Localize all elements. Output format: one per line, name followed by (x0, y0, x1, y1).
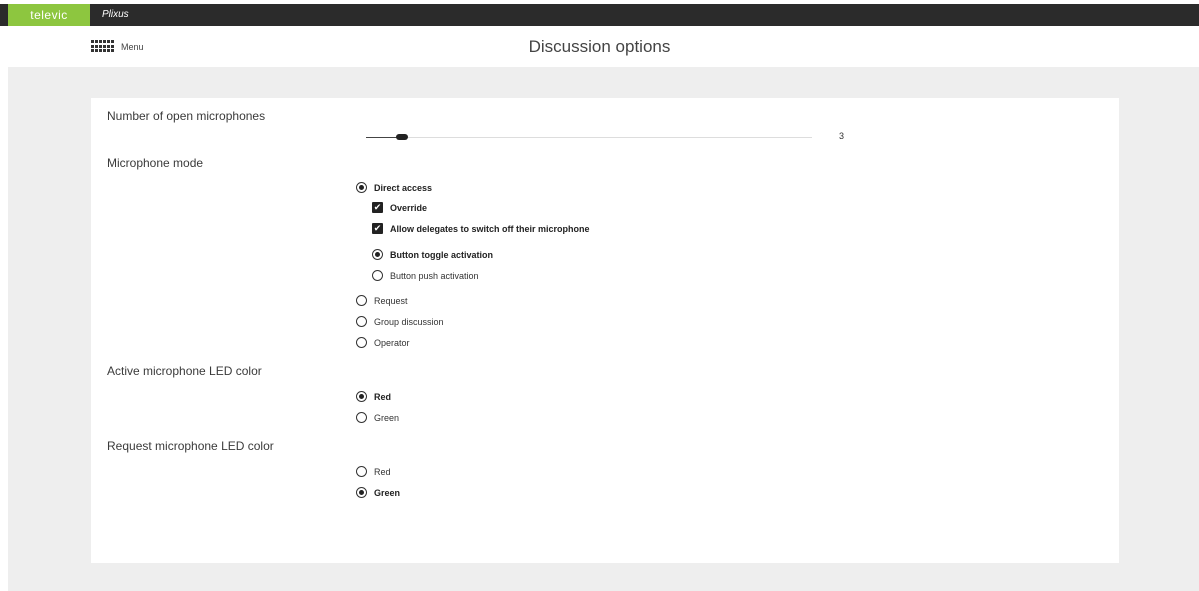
checkbox-label: Override (390, 202, 428, 213)
radio-label: Group discussion (374, 316, 444, 327)
radio-button-icon (356, 391, 367, 402)
radio-label: Red (374, 466, 391, 477)
radio-button-icon (356, 337, 367, 348)
radio-request-led-red[interactable]: Red (356, 466, 391, 477)
request-led-color-title: Request microphone LED color (107, 439, 274, 453)
settings-panel: Number of open microphones 3 Microphone … (91, 98, 1119, 563)
radio-direct-access[interactable]: Direct access (356, 182, 432, 193)
open-microphones-value: 3 (839, 131, 845, 141)
radio-button-icon (356, 466, 367, 477)
open-microphones-slider[interactable] (366, 134, 812, 140)
radio-button-icon (356, 487, 367, 498)
radio-button-icon (372, 249, 383, 260)
slider-thumb[interactable] (395, 134, 408, 140)
radio-button-icon (356, 295, 367, 306)
checkbox-override[interactable]: ✔ Override (372, 202, 427, 213)
page-title: Discussion options (528, 37, 671, 56)
radio-label: Direct access (374, 182, 433, 193)
radio-button-toggle-activation[interactable]: Button toggle activation (372, 249, 493, 260)
radio-label: Operator (374, 337, 410, 348)
top-bar: televic Plixus (0, 4, 1199, 26)
radio-label: Button toggle activation (390, 249, 493, 260)
radio-label: Request (374, 295, 408, 306)
radio-operator[interactable]: Operator (356, 337, 410, 348)
open-microphones-title: Number of open microphones (107, 109, 266, 123)
checkbox-checked-icon: ✔ (372, 202, 383, 213)
radio-label: Button push activation (390, 270, 479, 281)
radio-label: Red (374, 391, 392, 402)
radio-request[interactable]: Request (356, 295, 408, 306)
radio-active-led-green[interactable]: Green (356, 412, 399, 423)
active-led-color-title: Active microphone LED color (107, 364, 262, 378)
page-header: Menu Discussion options (0, 26, 1199, 67)
checkbox-checked-icon: ✔ (372, 223, 383, 234)
radio-label: Green (374, 412, 400, 423)
radio-button-icon (356, 412, 367, 423)
checkbox-label: Allow delegates to switch off their micr… (390, 223, 590, 234)
product-name: Plixus (102, 9, 129, 20)
radio-label: Green (374, 487, 401, 498)
radio-active-led-red[interactable]: Red (356, 391, 391, 402)
radio-group-discussion[interactable]: Group discussion (356, 316, 444, 327)
televic-logo: televic (8, 4, 90, 26)
radio-request-led-green[interactable]: Green (356, 487, 400, 498)
checkbox-allow-switch-off[interactable]: ✔ Allow delegates to switch off their mi… (372, 223, 590, 234)
radio-button-icon (356, 182, 367, 193)
microphone-mode-title: Microphone mode (107, 156, 204, 170)
radio-button-push-activation[interactable]: Button push activation (372, 270, 479, 281)
radio-button-icon (372, 270, 383, 281)
radio-button-icon (356, 316, 367, 327)
